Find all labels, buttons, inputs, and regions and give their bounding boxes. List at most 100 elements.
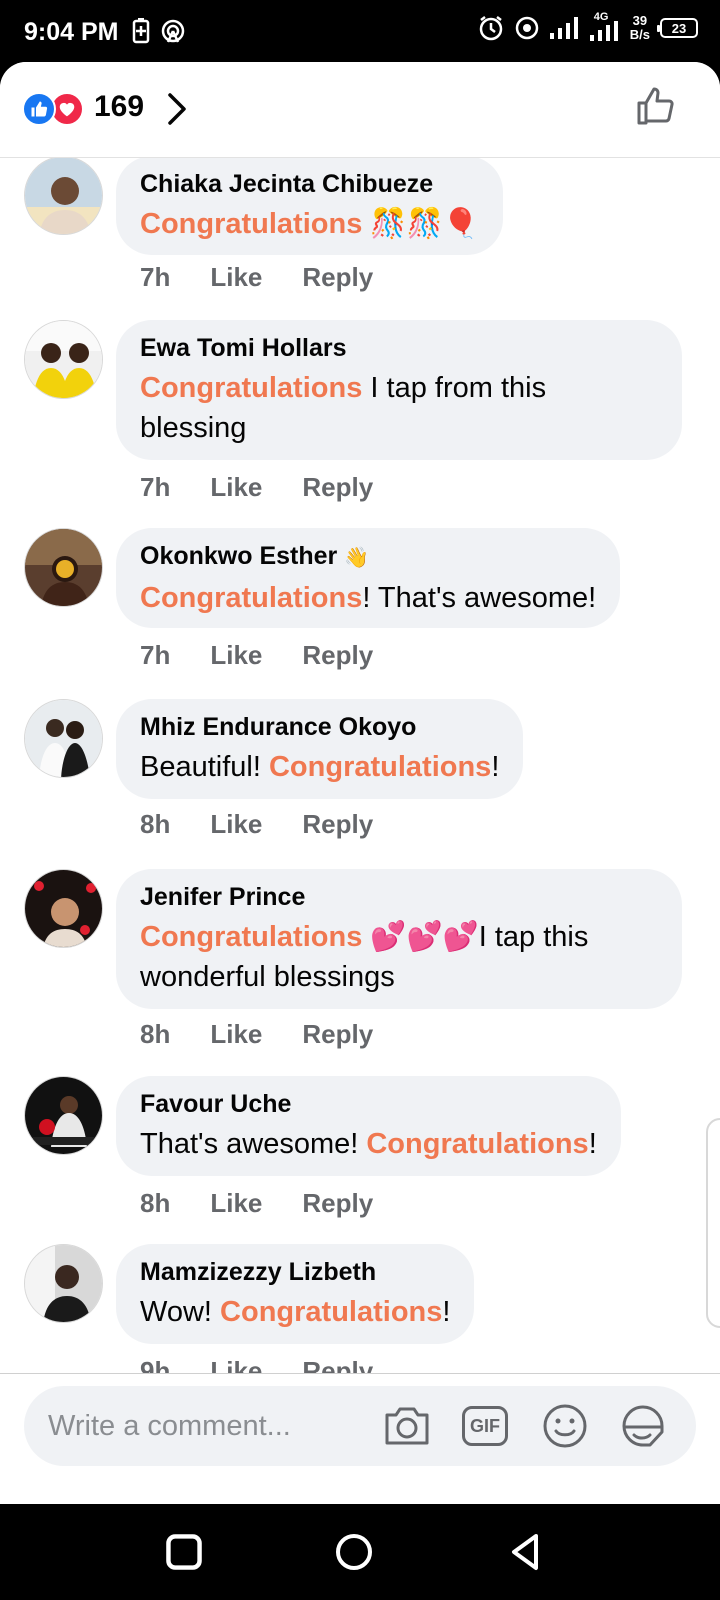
- comment-text-after: !: [491, 751, 500, 783]
- like-button[interactable]: Like: [210, 809, 262, 840]
- comment-time: 7h: [140, 262, 171, 292]
- comment-bubble[interactable]: Okonkwo Esther 👋 Congratulations! That's…: [116, 528, 621, 628]
- comment-actions: 7h Like Reply: [140, 640, 373, 671]
- comment-highlight[interactable]: Congratulations: [220, 1296, 442, 1328]
- comment-text-after: !: [442, 1296, 451, 1328]
- avatar[interactable]: [24, 1244, 103, 1323]
- like-button[interactable]: Like: [210, 640, 262, 671]
- reply-button[interactable]: Reply: [302, 1019, 373, 1050]
- comment-input[interactable]: [48, 1406, 368, 1446]
- comment-author-name[interactable]: Okonkwo Esther: [140, 542, 337, 570]
- comment-highlight[interactable]: Congratulations: [366, 1128, 588, 1160]
- avatar[interactable]: [24, 528, 103, 607]
- net-speed-unit: B/s: [629, 27, 650, 42]
- battery-saver-icon: [132, 18, 150, 44]
- comment-time: 8h: [140, 1019, 171, 1049]
- comment-text-after: !: [588, 1128, 597, 1160]
- comment-text: Congratulations I tap from this blessing: [140, 368, 658, 448]
- comment-bubble[interactable]: Mamzizezzy Lizbeth Wow! Congratulations!: [116, 1244, 475, 1344]
- like-button[interactable]: Like: [210, 1356, 262, 1373]
- sticker-icon[interactable]: [618, 1402, 668, 1450]
- comment-actions: 8h Like Reply: [140, 1188, 373, 1219]
- comment-highlight[interactable]: Congratulations: [140, 921, 362, 953]
- avatar[interactable]: [24, 320, 103, 399]
- comment-input-pill[interactable]: GIF: [24, 1386, 696, 1466]
- like-reaction-icon: [22, 92, 56, 126]
- comment-author[interactable]: Mamzizezzy Lizbeth: [140, 1256, 450, 1288]
- signal-4g-icon: 4G: [589, 11, 620, 41]
- recents-button[interactable]: [164, 1532, 204, 1572]
- comment-text: Congratulations! That's awesome!: [140, 578, 596, 618]
- comment-text: Congratulations 🎊🎊🎈: [140, 204, 479, 244]
- comment-bubble[interactable]: Jenifer Prince Congratulations 💕💕💕I tap …: [116, 869, 682, 1009]
- comment-text: Congratulations 💕💕💕I tap this wonderful …: [140, 917, 658, 997]
- reply-button[interactable]: Reply: [302, 262, 373, 293]
- gif-label: GIF: [462, 1406, 508, 1446]
- comment-text-before: That's awesome!: [140, 1128, 367, 1160]
- comment-list[interactable]: Chiaka Jecinta Chibueze Congratulations …: [0, 158, 720, 1373]
- reactions-header[interactable]: 169: [0, 62, 720, 158]
- status-bar: 9:04 PM 4G 39 B/s 23: [0, 0, 720, 64]
- comment-actions: 8h Like Reply: [140, 809, 373, 840]
- signal-icon: [549, 17, 578, 39]
- reply-button[interactable]: Reply: [302, 640, 373, 671]
- avatar[interactable]: [24, 1076, 103, 1155]
- waving-hand-icon: 👋: [344, 547, 370, 569]
- comment-bubble[interactable]: Ewa Tomi Hollars Congratulations I tap f…: [116, 320, 682, 460]
- scroll-handle[interactable]: [706, 1118, 720, 1328]
- comment-highlight[interactable]: Congratulations: [269, 751, 491, 783]
- home-button[interactable]: [334, 1532, 374, 1572]
- reply-button[interactable]: Reply: [302, 1188, 373, 1219]
- comment-bubble[interactable]: Favour Uche That's awesome! Congratulati…: [116, 1076, 621, 1176]
- comment-author[interactable]: Jenifer Prince: [140, 881, 658, 913]
- status-time: 9:04 PM: [24, 18, 119, 46]
- avatar[interactable]: [24, 869, 103, 948]
- hotspot-icon: [161, 19, 185, 43]
- comment-actions: 7h Like Reply: [140, 262, 373, 293]
- comment-actions: 9h Like Reply: [140, 1356, 373, 1373]
- chevron-right-icon[interactable]: [166, 92, 188, 126]
- comment-text-before: Wow!: [140, 1296, 221, 1328]
- comment-author[interactable]: Favour Uche: [140, 1088, 597, 1120]
- comment-highlight[interactable]: Congratulations: [140, 208, 362, 240]
- reaction-count[interactable]: 169: [94, 90, 144, 124]
- camera-icon[interactable]: [382, 1402, 432, 1450]
- comment-time: 7h: [140, 472, 171, 502]
- comment-text: Beautiful! Congratulations!: [140, 747, 499, 787]
- reply-button[interactable]: Reply: [302, 472, 373, 503]
- comment-time: 8h: [140, 809, 171, 839]
- comment-bubble[interactable]: Mhiz Endurance Okoyo Beautiful! Congratu…: [116, 699, 524, 799]
- like-button[interactable]: Like: [210, 262, 262, 293]
- system-nav-bar: [0, 1504, 720, 1600]
- like-outline-icon[interactable]: [636, 86, 676, 126]
- emoji-icon[interactable]: [540, 1402, 590, 1450]
- comment-time: 8h: [140, 1188, 171, 1218]
- net-speed-value: 39: [632, 13, 648, 28]
- like-button[interactable]: Like: [210, 1019, 262, 1050]
- comment-actions: 8h Like Reply: [140, 1019, 373, 1050]
- comment-author[interactable]: Mhiz Endurance Okoyo: [140, 711, 499, 743]
- reply-button[interactable]: Reply: [302, 1356, 373, 1373]
- comment-author[interactable]: Ewa Tomi Hollars: [140, 332, 658, 364]
- avatar[interactable]: [24, 158, 103, 235]
- comment-time: 9h: [140, 1356, 171, 1373]
- battery-level: 23: [671, 20, 687, 36]
- comment-text-before: Beautiful!: [140, 751, 269, 783]
- wifi-hotspot-icon: [515, 16, 539, 40]
- comment-time: 7h: [140, 640, 171, 670]
- avatar[interactable]: [24, 699, 103, 778]
- comments-sheet: 169 Chiaka Jecinta Chibueze Congratulati…: [0, 62, 720, 1504]
- status-right-icons: 4G 39 B/s 23: [478, 11, 698, 42]
- comment-bubble[interactable]: Chiaka Jecinta Chibueze Congratulations …: [116, 158, 503, 255]
- back-button[interactable]: [506, 1532, 546, 1572]
- comment-author[interactable]: Chiaka Jecinta Chibueze: [140, 168, 479, 200]
- reply-button[interactable]: Reply: [302, 809, 373, 840]
- like-button[interactable]: Like: [210, 1188, 262, 1219]
- like-button[interactable]: Like: [210, 472, 262, 503]
- comment-highlight[interactable]: Congratulations: [140, 372, 362, 404]
- comment-text: That's awesome! Congratulations!: [140, 1124, 597, 1164]
- comment-highlight[interactable]: Congratulations: [140, 582, 362, 614]
- comment-text-after: 🎊🎊🎈: [362, 208, 479, 240]
- gif-button[interactable]: GIF: [460, 1402, 510, 1450]
- comment-text-after: ! That's awesome!: [362, 582, 597, 614]
